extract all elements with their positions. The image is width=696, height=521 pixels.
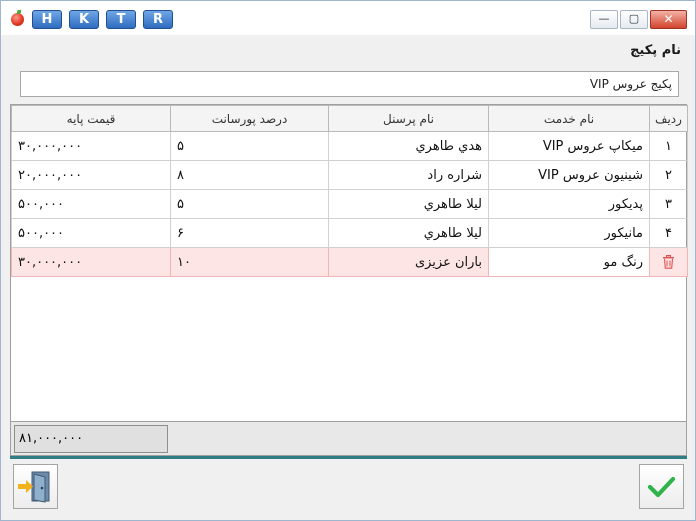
shortcut-button-k[interactable]: K <box>69 10 99 29</box>
column-header-price[interactable]: قیمت پایه <box>11 105 171 132</box>
services-table: قیمت پایه درصد پورسانت نام پرسنل نام خدم… <box>11 105 688 277</box>
shortcut-button-r[interactable]: R <box>143 10 173 29</box>
table-row[interactable]: ۵۰۰,۰۰۰ ۵ ليلا طاهري پدیکور ۳ <box>11 189 688 219</box>
app-logo-icon <box>11 10 24 26</box>
minimize-button[interactable]: — <box>590 10 618 29</box>
new-percent-field[interactable]: ۱۰ <box>170 247 329 277</box>
column-header-service[interactable]: نام خدمت <box>488 105 650 132</box>
footer-divider <box>10 456 687 459</box>
cell-staff[interactable]: هدي طاهري <box>328 131 489 161</box>
summary-bar: ۸۱,۰۰۰,۰۰۰ <box>10 422 687 456</box>
cell-percent[interactable]: ۵ <box>170 131 329 161</box>
shortcut-button-t[interactable]: T <box>106 10 136 29</box>
trash-icon <box>663 255 674 269</box>
column-header-percent[interactable]: درصد پورسانت <box>170 105 329 132</box>
cell-service[interactable]: میکاپ عروس VIP <box>488 131 650 161</box>
cell-percent[interactable]: ۶ <box>170 218 329 248</box>
new-price-field[interactable]: ۳۰,۰۰۰,۰۰۰ <box>11 247 171 277</box>
cell-percent[interactable]: ۵ <box>170 189 329 219</box>
cell-row-number: ۲ <box>649 160 688 190</box>
new-entry-row[interactable]: ۳۰,۰۰۰,۰۰۰ ۱۰ باران عزیزی رنگ مو <box>11 247 688 277</box>
package-name-label: نام پکیج <box>630 43 681 58</box>
table-row[interactable]: ۲۰,۰۰۰,۰۰۰ ۸ شراره راد شینیون عروس VIP ۲ <box>11 160 688 190</box>
new-staff-field[interactable]: باران عزیزی <box>328 247 489 277</box>
cell-staff[interactable]: ليلا طاهري <box>328 189 489 219</box>
confirm-button[interactable] <box>639 464 684 509</box>
package-name-input[interactable] <box>20 71 679 97</box>
cell-price[interactable]: ۳۰,۰۰۰,۰۰۰ <box>11 131 171 161</box>
cell-service[interactable]: شینیون عروس VIP <box>488 160 650 190</box>
cell-service[interactable]: مانیکور <box>488 218 650 248</box>
cell-price[interactable]: ۲۰,۰۰۰,۰۰۰ <box>11 160 171 190</box>
package-window: H K T R — ▢ ✕ نام پکیج قیمت پایه درصد پو… <box>0 0 696 521</box>
cell-staff[interactable]: شراره راد <box>328 160 489 190</box>
table-row[interactable]: ۳۰,۰۰۰,۰۰۰ ۵ هدي طاهري میکاپ عروس VIP ۱ <box>11 131 688 161</box>
maximize-button[interactable]: ▢ <box>620 10 648 29</box>
delete-row-button[interactable] <box>649 247 688 277</box>
table-header-row: قیمت پایه درصد پورسانت نام پرسنل نام خدم… <box>11 105 688 132</box>
table-row[interactable]: ۵۰۰,۰۰۰ ۶ ليلا طاهري مانیکور ۴ <box>11 218 688 248</box>
new-service-field[interactable]: رنگ مو <box>488 247 650 277</box>
cell-price[interactable]: ۵۰۰,۰۰۰ <box>11 189 171 219</box>
column-header-row[interactable]: ردیف <box>649 105 688 132</box>
close-button[interactable]: ✕ <box>650 10 687 29</box>
cell-service[interactable]: پدیکور <box>488 189 650 219</box>
exit-button[interactable] <box>13 464 58 509</box>
column-header-staff[interactable]: نام پرسنل <box>328 105 489 132</box>
cell-price[interactable]: ۵۰۰,۰۰۰ <box>11 218 171 248</box>
cell-percent[interactable]: ۸ <box>170 160 329 190</box>
checkmark-icon <box>647 476 676 498</box>
exit-door-icon <box>18 471 50 503</box>
services-grid: قیمت پایه درصد پورسانت نام پرسنل نام خدم… <box>10 104 688 422</box>
title-bar: H K T R — ▢ ✕ <box>1 1 695 35</box>
cell-staff[interactable]: ليلا طاهري <box>328 218 489 248</box>
cell-row-number: ۱ <box>649 131 688 161</box>
cell-row-number: ۳ <box>649 189 688 219</box>
shortcut-button-h[interactable]: H <box>32 10 62 29</box>
total-price: ۸۱,۰۰۰,۰۰۰ <box>14 425 168 453</box>
cell-row-number: ۴ <box>649 218 688 248</box>
